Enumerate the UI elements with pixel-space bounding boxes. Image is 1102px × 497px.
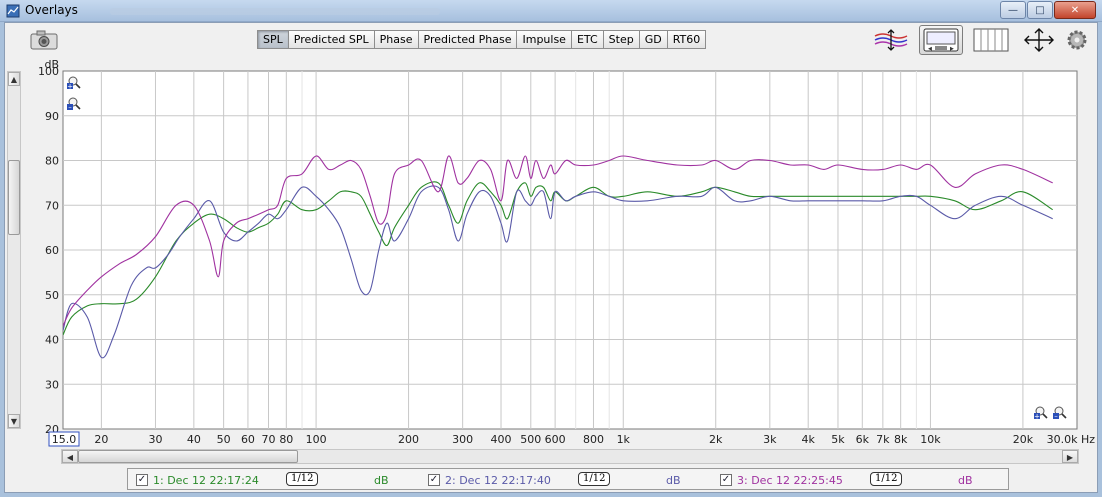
- x-tick-label: 100: [306, 433, 327, 446]
- y-tick-label: 90: [45, 110, 59, 123]
- legend-label: 1: Dec 12 22:17:24: [153, 473, 259, 487]
- horizontal-scrollbar[interactable]: ◀ ▶: [61, 449, 1079, 464]
- svg-text:+: +: [1034, 413, 1040, 421]
- window-controls: — □ ✕: [999, 1, 1096, 19]
- svg-text:–: –: [68, 104, 72, 112]
- overlay-legend: ✓ 1: Dec 12 22:17:24 1/12 dB ✓ 2: Dec 12 22:1…: [127, 468, 1009, 490]
- x-tick-label: 80: [279, 433, 293, 446]
- legend-checkbox[interactable]: ✓: [428, 474, 440, 486]
- x-tick-label: 800: [583, 433, 604, 446]
- x-tick-label: 1k: [617, 433, 631, 446]
- window-title: Overlays: [25, 3, 78, 17]
- x-tick-label: 50: [217, 433, 231, 446]
- x-tick-label: 4k: [802, 433, 816, 446]
- x-tick-label: 600: [545, 433, 566, 446]
- x-tick-label: 8k: [894, 433, 908, 446]
- x-tick-label: 60: [241, 433, 255, 446]
- scroll-left-icon[interactable]: ◀: [62, 450, 78, 463]
- x-tick-label: 70: [262, 433, 276, 446]
- y-tick-label: 50: [45, 289, 59, 302]
- title-background-blur: [110, 8, 440, 15]
- minimize-icon: —: [1008, 4, 1018, 16]
- svg-text:–: –: [1054, 413, 1058, 421]
- x-tick-label: 200: [398, 433, 419, 446]
- x-tick-label: 10k: [920, 433, 941, 446]
- window-client-area: SPL Predicted SPL Phase Predicted Phase Impu…: [4, 22, 1098, 493]
- x-tick-label: 7k: [876, 433, 890, 446]
- smoothing-label: 1/12: [578, 472, 611, 486]
- minimize-button[interactable]: —: [1000, 1, 1026, 19]
- horizontal-scroll-thumb[interactable]: [78, 450, 298, 463]
- y-tick-label: 30: [45, 378, 59, 391]
- legend-item: ✓ 3: Dec 12 22:25:45: [720, 472, 843, 488]
- smoothing-label: 1/12: [286, 472, 319, 486]
- x-tick-label: 20: [94, 433, 108, 446]
- x-tick-label: 500: [520, 433, 541, 446]
- y-tick-label: 80: [45, 155, 59, 168]
- maximize-icon: □: [1035, 4, 1045, 16]
- legend-item: ✓ 2: Dec 12 22:17:40: [428, 472, 551, 488]
- close-icon: ✕: [1070, 4, 1080, 16]
- smoothing-selector[interactable]: 1/12: [578, 472, 611, 486]
- y-tick-label: 70: [45, 199, 59, 212]
- x-tick-label: 40: [187, 433, 201, 446]
- window-titlebar: Overlays — □ ✕: [0, 0, 1102, 22]
- legend-unit: dB: [666, 474, 681, 487]
- y-tick-label: 40: [45, 334, 59, 347]
- svg-text:+: +: [67, 83, 73, 91]
- smoothing-selector[interactable]: 1/12: [870, 472, 903, 486]
- x-tick-label: 3k: [763, 433, 777, 446]
- scroll-right-icon[interactable]: ▶: [1062, 450, 1078, 463]
- x-tick-label: 2k: [709, 433, 723, 446]
- y-axis-label: dB: [44, 58, 59, 71]
- smoothing-selector[interactable]: 1/12: [286, 472, 319, 486]
- x-tick-label: 20k: [1013, 433, 1034, 446]
- spl-chart[interactable]: 2030405060708090100dB15.0 20 30 40 50 60 70 80 1…: [5, 23, 1099, 448]
- y-tick-label: 60: [45, 244, 59, 257]
- x-tick-label: 30: [148, 433, 162, 446]
- legend-checkbox[interactable]: ✓: [136, 474, 148, 486]
- smoothing-label: 1/12: [870, 472, 903, 486]
- legend-label: 3: Dec 12 22:25:45: [737, 473, 843, 487]
- x-tick-label: 15.0: [52, 433, 77, 446]
- legend-unit: dB: [374, 474, 389, 487]
- legend-label: 2: Dec 12 22:17:40: [445, 473, 551, 487]
- legend-item: ✓ 1: Dec 12 22:17:24: [136, 472, 259, 488]
- legend-checkbox[interactable]: ✓: [720, 474, 732, 486]
- x-tick-label: 300: [452, 433, 473, 446]
- maximize-button[interactable]: □: [1027, 1, 1053, 19]
- x-tick-label: 30.0k Hz: [1047, 433, 1096, 446]
- close-button[interactable]: ✕: [1054, 1, 1096, 19]
- app-icon: [6, 4, 20, 18]
- x-tick-label: 5k: [831, 433, 845, 446]
- legend-unit: dB: [958, 474, 973, 487]
- x-tick-label: 400: [491, 433, 512, 446]
- x-tick-label: 6k: [856, 433, 870, 446]
